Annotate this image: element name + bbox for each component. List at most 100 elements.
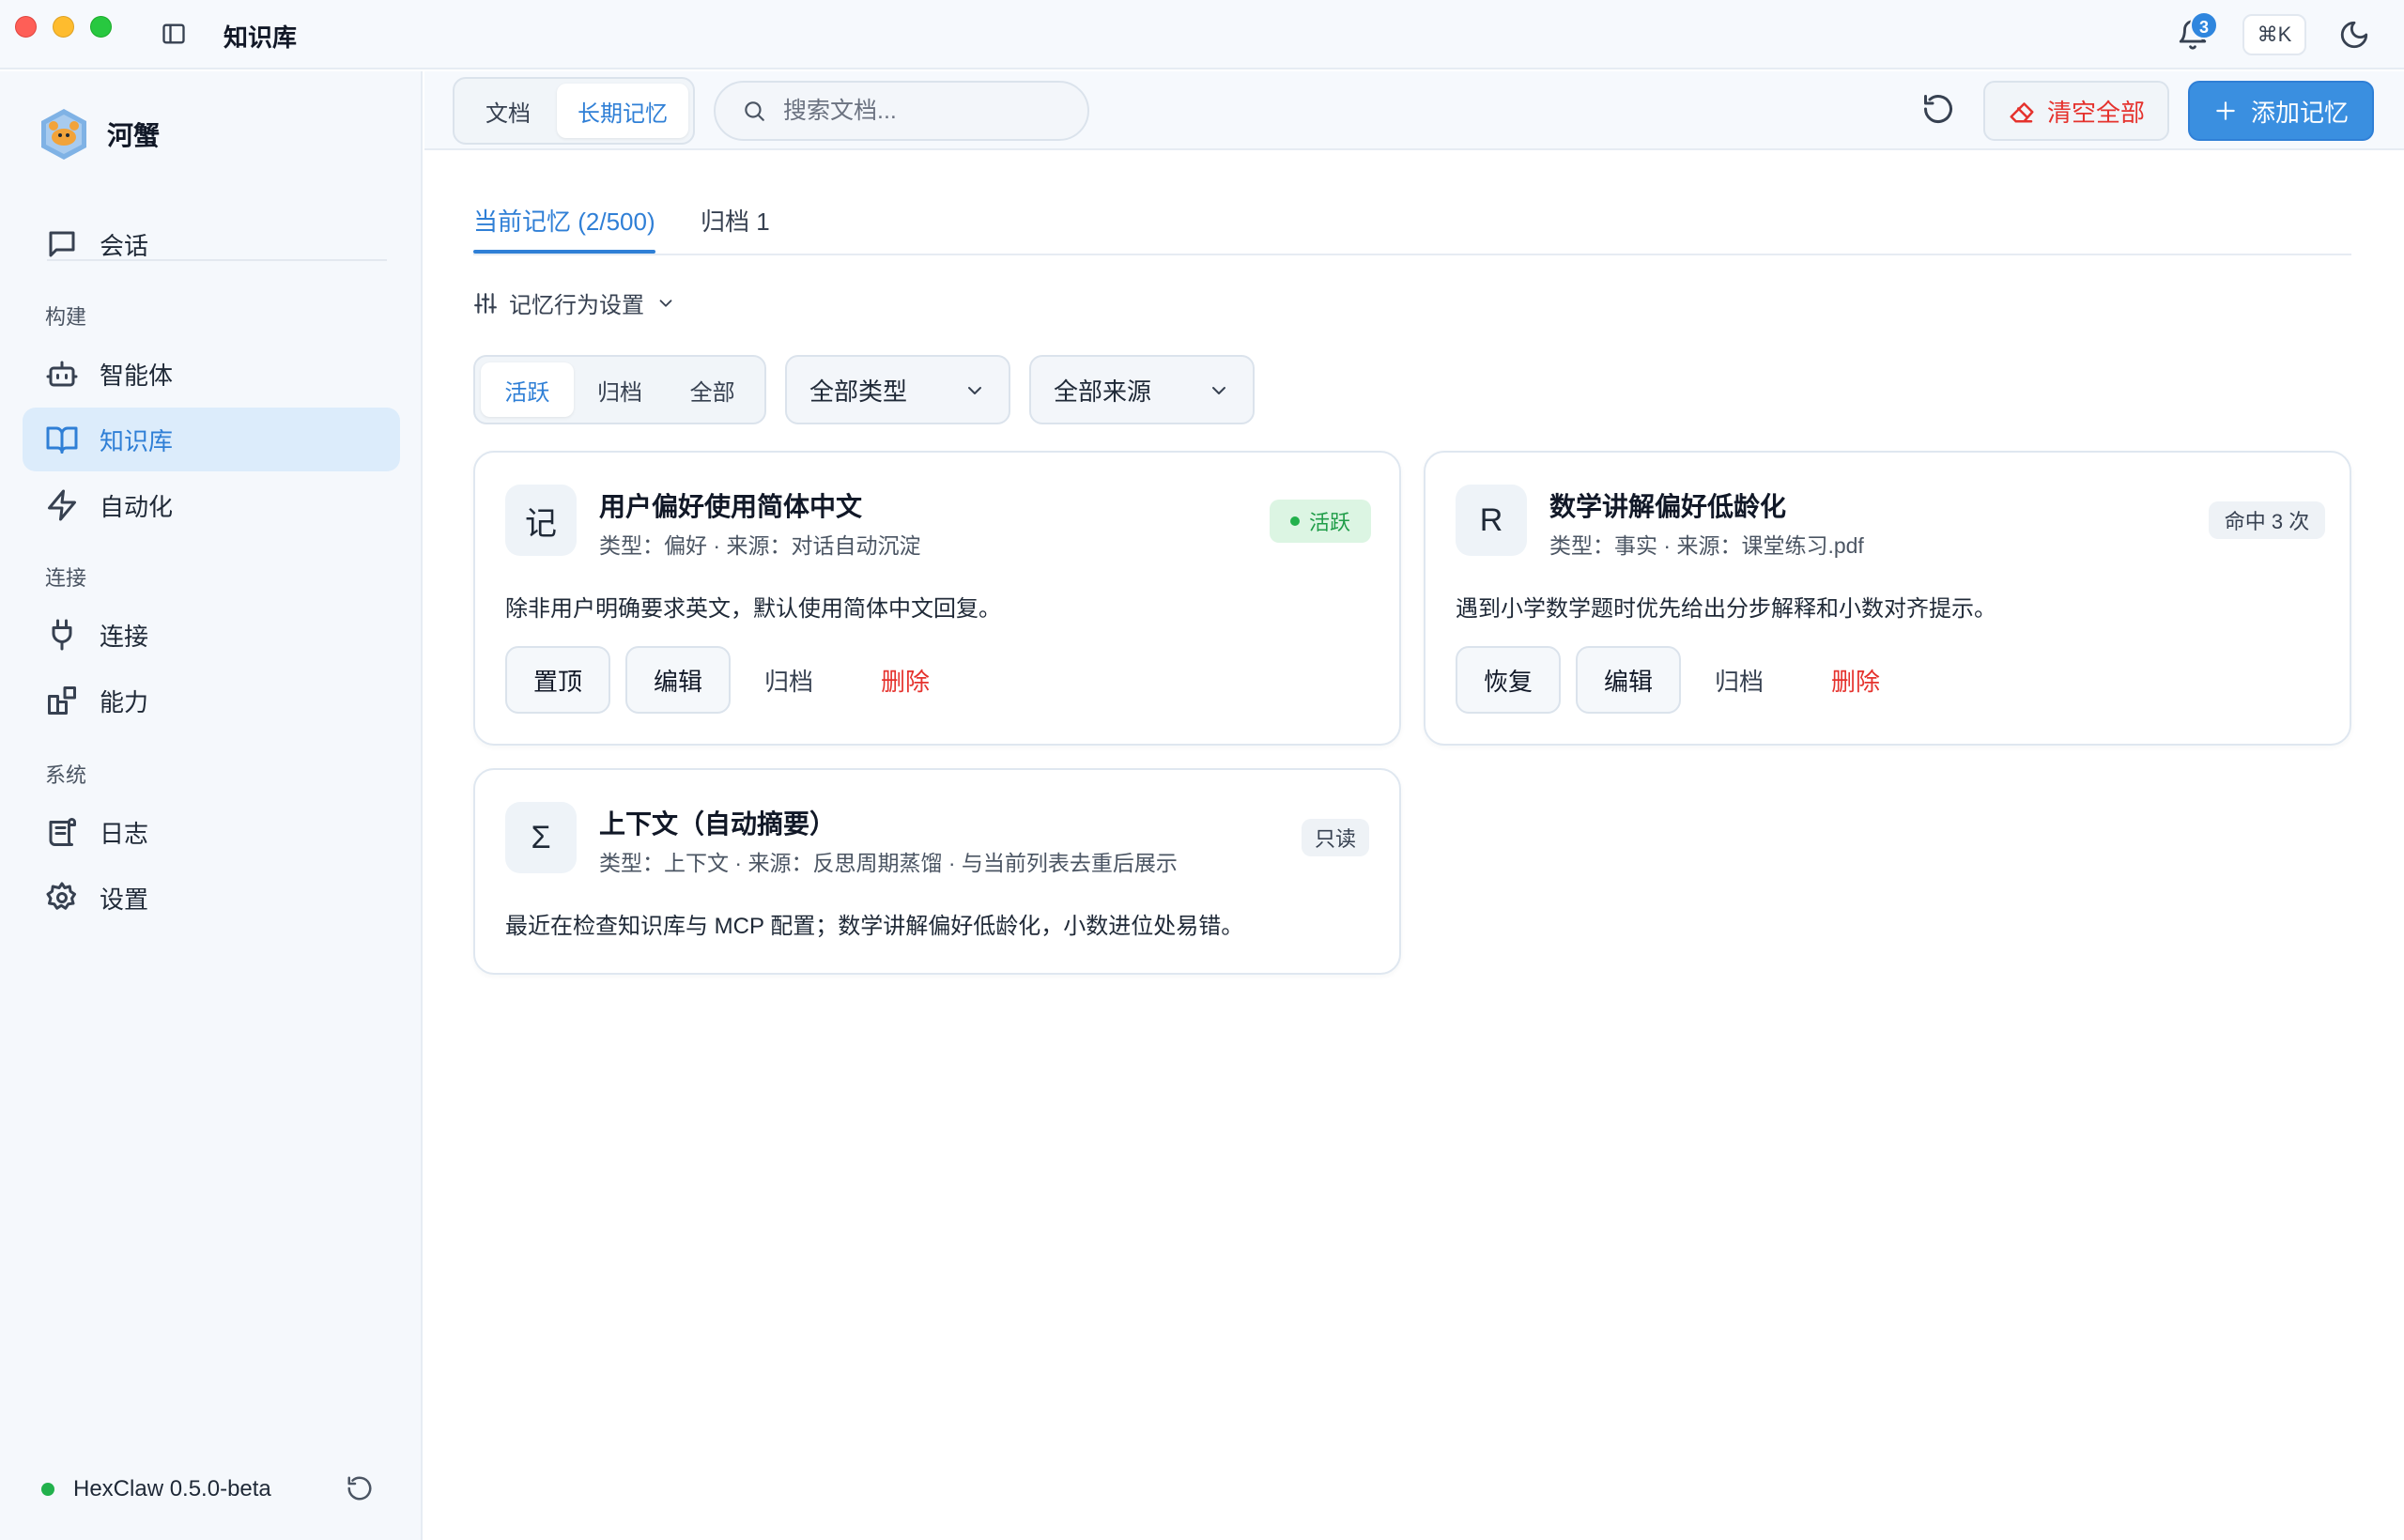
sidebar: 河蟹 会话 构建 智能体 知识库 自动化 连接 连接 能力 系统 日志 设置 H…	[0, 71, 423, 1540]
book-icon	[46, 426, 78, 454]
status-filter: 活跃 归档 全部	[473, 355, 766, 424]
plus-icon	[2216, 101, 2235, 120]
memory-actions: 置顶 编辑 归档 删除	[505, 646, 930, 714]
memory-title: 上下文（自动摘要）	[599, 809, 837, 839]
memory-card: 记 用户偏好使用简体中文 类型：偏好 · 来源：对话自动沉淀 活跃 除非用户明确…	[473, 451, 1401, 746]
status-dot	[41, 1483, 54, 1496]
type-filter-value: 全部类型	[809, 377, 908, 406]
view-switcher: 文档 长期记忆	[453, 77, 695, 145]
memory-content: 除非用户明确要求英文，默认使用简体中文回复。	[505, 596, 1001, 622]
memory-card: Σ 上下文（自动摘要） 类型：上下文 · 来源：反思周期蒸馏 · 与当前列表去重…	[473, 768, 1401, 975]
tab-current-memory[interactable]: 当前记忆 (2/500)	[473, 203, 655, 238]
chevron-down-icon	[659, 299, 672, 307]
memory-behavior-settings[interactable]: 记忆行为设置	[473, 286, 676, 319]
zoom-window-button[interactable]	[90, 16, 112, 38]
sidebar-item-knowledge[interactable]: 知识库	[23, 408, 400, 471]
memory-content: 最近在检查知识库与 MCP 配置；数学讲解偏好低龄化，小数进位处易错。	[505, 914, 1244, 939]
memory-content: 遇到小学数学题时优先给出分步解释和小数对齐提示。	[1456, 596, 1996, 622]
sidebar-item-automation[interactable]: 自动化	[23, 473, 400, 537]
memory-meta: 类型：偏好 · 来源：对话自动沉淀	[599, 533, 921, 558]
clear-all-label: 清空全部	[2046, 98, 2145, 127]
memory-meta: 类型：事实 · 来源：课堂练习.pdf	[1549, 533, 1864, 558]
memory-title: 用户偏好使用简体中文	[599, 492, 863, 521]
version-label: HexClaw 0.5.0-beta	[73, 1476, 271, 1502]
sidebar-item-settings[interactable]: 设置	[23, 866, 400, 930]
eraser-icon	[2010, 102, 2034, 123]
sidebar-item-chat[interactable]: 会话	[23, 212, 400, 276]
memory-avatar: R	[1456, 485, 1527, 556]
close-window-button[interactable]	[15, 16, 37, 38]
delete-button[interactable]: 删除	[1831, 663, 1880, 698]
filter-all[interactable]: 全部	[666, 362, 759, 417]
chevron-down-icon	[1212, 387, 1225, 394]
status-dot	[1289, 516, 1300, 526]
gear-icon	[46, 882, 76, 910]
type-filter-select[interactable]: 全部类型	[785, 355, 1010, 424]
sidebar-item-label: 自动化	[100, 492, 174, 521]
scroll-icon	[49, 818, 76, 846]
delete-button[interactable]: 删除	[881, 663, 930, 698]
lightning-icon	[48, 489, 76, 521]
sidebar-item-label: 连接	[100, 622, 149, 651]
archive-button[interactable]: 归档	[764, 663, 813, 698]
search-input[interactable]	[783, 97, 1065, 125]
chat-icon	[49, 231, 75, 257]
chevron-down-icon	[968, 387, 981, 394]
sidebar-item-label: 智能体	[100, 361, 174, 390]
sliders-icon	[474, 292, 497, 314]
section-label-connect: 连接	[45, 566, 87, 590]
memory-avatar: Σ	[505, 802, 577, 873]
pin-button[interactable]: 置顶	[505, 646, 610, 714]
filter-active[interactable]: 活跃	[481, 362, 574, 417]
plug-icon	[52, 619, 72, 651]
sidebar-toggle-icon[interactable]	[160, 21, 188, 47]
restore-button[interactable]: 恢复	[1456, 646, 1561, 714]
hit-count-badge: 命中 3 次	[2209, 501, 2325, 539]
refresh-icon[interactable]	[346, 1474, 374, 1502]
title-bar: 知识库 3 ⌘K	[0, 0, 2404, 69]
divider	[47, 259, 387, 261]
clear-all-button[interactable]: 清空全部	[1983, 81, 2169, 141]
section-label-build: 构建	[45, 305, 87, 329]
memory-meta: 类型：上下文 · 来源：反思周期蒸馏 · 与当前列表去重后展示	[599, 851, 1178, 875]
status-badge-label: 活跃	[1308, 511, 1350, 534]
brand-name: 河蟹	[107, 121, 161, 150]
sidebar-item-connections[interactable]: 连接	[23, 603, 400, 667]
archive-button[interactable]: 归档	[1715, 663, 1764, 698]
minimize-window-button[interactable]	[53, 16, 74, 38]
robot-icon	[46, 361, 78, 387]
edit-button[interactable]: 编辑	[625, 646, 731, 714]
source-filter-select[interactable]: 全部来源	[1029, 355, 1255, 424]
status-badge: 活跃	[1270, 500, 1371, 543]
tab-long-term-memory[interactable]: 长期记忆	[557, 84, 688, 138]
memory-actions: 恢复 编辑 归档 删除	[1456, 646, 1880, 714]
tab-documents[interactable]: 文档	[459, 84, 557, 138]
memory-card: R 数学讲解偏好低龄化 类型：事实 · 来源：课堂练习.pdf 命中 3 次 遇…	[1424, 451, 2351, 746]
sidebar-item-label: 会话	[100, 231, 149, 260]
page-title: 知识库	[223, 23, 298, 52]
blocks-icon	[48, 686, 76, 715]
memory-avatar: 记	[505, 485, 577, 556]
refresh-button[interactable]	[1921, 92, 1955, 126]
brand[interactable]: 河蟹	[39, 107, 160, 162]
behavior-label: 记忆行为设置	[509, 293, 644, 318]
moon-icon[interactable]	[2338, 19, 2370, 51]
source-filter-value: 全部来源	[1054, 377, 1152, 406]
sidebar-item-label: 设置	[100, 885, 149, 914]
memory-tabs: 当前记忆 (2/500) 归档 1	[473, 197, 2351, 255]
refresh-icon	[1924, 95, 1952, 124]
sidebar-item-label: 知识库	[100, 426, 174, 455]
command-palette-button[interactable]: ⌘K	[2242, 14, 2306, 55]
sidebar-item-agents[interactable]: 智能体	[23, 342, 400, 406]
search-box[interactable]	[714, 81, 1089, 141]
edit-button[interactable]: 编辑	[1576, 646, 1681, 714]
memory-title: 数学讲解偏好低龄化	[1549, 492, 1787, 521]
sidebar-item-capabilities[interactable]: 能力	[23, 669, 400, 732]
add-memory-button[interactable]: 添加记忆	[2188, 81, 2374, 141]
readonly-badge: 只读	[1302, 819, 1369, 856]
section-label-system: 系统	[45, 763, 87, 787]
sidebar-item-logs[interactable]: 日志	[23, 800, 400, 864]
crab-logo-icon	[41, 109, 86, 160]
filter-archived[interactable]: 归档	[574, 362, 667, 417]
tab-archive[interactable]: 归档 1	[701, 203, 770, 238]
